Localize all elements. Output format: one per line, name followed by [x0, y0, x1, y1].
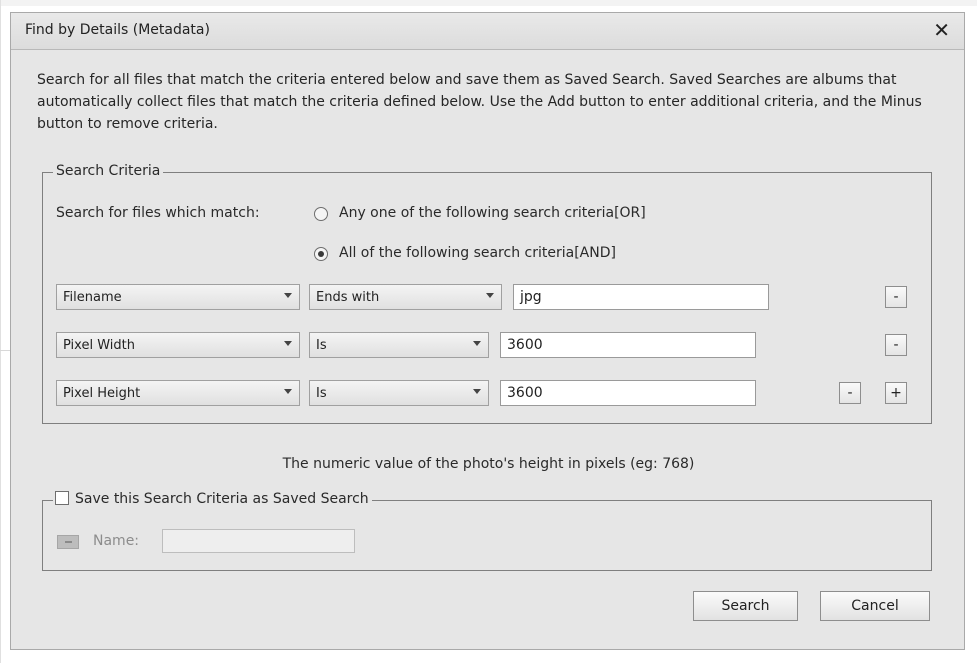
criteria-value-input-2[interactable]: 3600 [500, 332, 756, 358]
chevron-down-icon [473, 389, 481, 394]
radio-or[interactable] [314, 207, 328, 221]
dialog-titlebar: Find by Details (Metadata) ✕ [11, 13, 964, 50]
remove-criteria-button-2[interactable]: - [885, 334, 907, 356]
save-search-label[interactable]: Save this Search Criteria as Saved Searc… [75, 491, 369, 507]
criteria-field-value-1: Filename [63, 290, 122, 305]
saved-search-group: Save this Search Criteria as Saved Searc… [42, 491, 932, 571]
background-divider-tick [0, 350, 10, 351]
minus-icon [57, 535, 79, 549]
search-criteria-group: Search Criteria Search for files which m… [42, 163, 932, 424]
add-criteria-button[interactable]: + [885, 382, 907, 404]
criteria-value-input-3[interactable]: 3600 [500, 380, 756, 406]
radio-and[interactable] [314, 247, 328, 261]
remove-criteria-button-1[interactable]: - [885, 286, 907, 308]
chevron-down-icon [486, 293, 494, 298]
criteria-field-select-2[interactable]: Pixel Width [56, 332, 300, 358]
criteria-field-value-3: Pixel Height [63, 386, 141, 401]
criteria-operator-select-3[interactable]: Is [309, 380, 489, 406]
criteria-operator-value-2: Is [316, 338, 327, 353]
save-search-checkbox[interactable] [55, 491, 69, 505]
chevron-down-icon [284, 293, 292, 298]
criteria-operator-value-1: Ends with [316, 290, 380, 305]
criteria-value-input-1[interactable]: jpg [513, 284, 769, 310]
match-label: Search for files which match: [56, 205, 260, 221]
criteria-operator-select-2[interactable]: Is [309, 332, 489, 358]
remove-criteria-button-3[interactable]: - [839, 382, 861, 404]
name-label: Name: [93, 533, 140, 549]
search-button[interactable]: Search [693, 591, 798, 621]
radio-and-label[interactable]: All of the following search criteria[AND… [339, 245, 616, 261]
criteria-field-select-1[interactable]: Filename [56, 284, 300, 310]
chevron-down-icon [284, 389, 292, 394]
dialog-title: Find by Details (Metadata) [25, 22, 210, 38]
criteria-field-select-3[interactable]: Pixel Height [56, 380, 300, 406]
chevron-down-icon [473, 341, 481, 346]
radio-or-label[interactable]: Any one of the following search criteria… [339, 205, 646, 221]
saved-search-name-input[interactable] [162, 529, 355, 553]
find-by-details-dialog: Find by Details (Metadata) ✕ Search for … [10, 12, 965, 650]
close-icon[interactable]: ✕ [933, 18, 950, 42]
cancel-button[interactable]: Cancel [820, 591, 930, 621]
criteria-operator-value-3: Is [316, 386, 327, 401]
dialog-description: Search for all files that match the crit… [37, 72, 922, 132]
background-divider [0, 0, 1, 663]
search-criteria-legend: Search Criteria [53, 163, 164, 179]
criteria-field-value-2: Pixel Width [63, 338, 135, 353]
chevron-down-icon [284, 341, 292, 346]
background-strip [0, 0, 977, 6]
criteria-operator-select-1[interactable]: Ends with [309, 284, 502, 310]
field-hint: The numeric value of the photo's height … [282, 456, 695, 472]
saved-search-legend: Save this Search Criteria as Saved Searc… [53, 491, 372, 507]
